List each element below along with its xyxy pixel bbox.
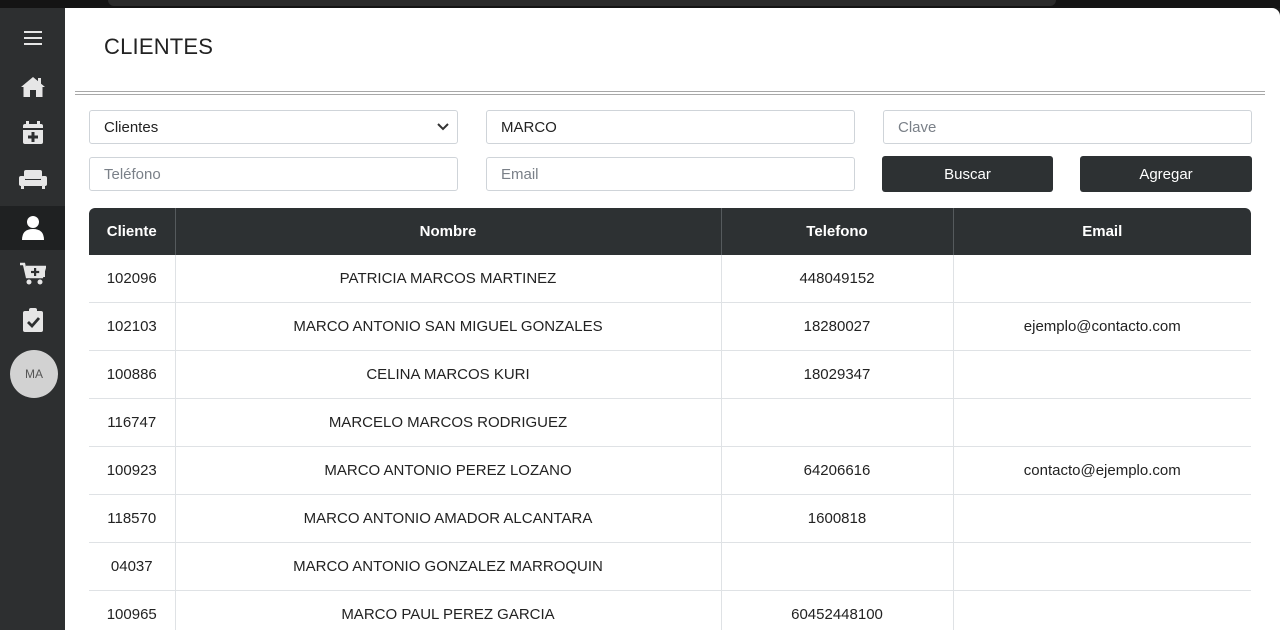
user-icon [21,216,44,240]
couch-icon [18,170,47,189]
cell-name: MARCO ANTONIO GONZALEZ MARROQUIN [175,542,722,591]
column-header-nombre[interactable]: Nombre [175,208,722,255]
search-button[interactable]: Buscar [882,156,1053,192]
sidebar-item-appointments[interactable] [0,111,65,155]
add-button[interactable]: Agregar [1080,156,1252,192]
cell-email: contacto@ejemplo.com [953,446,1251,495]
table-row[interactable]: 116747 MARCELO MARCOS RODRIGUEZ [89,398,1251,447]
table-row[interactable]: 04037 MARCO ANTONIO GONZALEZ MARROQUIN [89,542,1251,591]
table-row[interactable]: 118570 MARCO ANTONIO AMADOR ALCANTARA 16… [89,494,1251,543]
column-header-email[interactable]: Email [953,208,1251,255]
cell-name: MARCO ANTONIO SAN MIGUEL GONZALES [175,302,722,351]
type-select[interactable]: Clientes [89,110,458,144]
cell-client-id: 102096 [89,255,176,303]
home-icon [20,77,45,97]
sidebar: MA [0,8,65,630]
sidebar-item-furniture[interactable] [0,157,65,201]
table-row[interactable]: 100965 MARCO PAUL PEREZ GARCIA 604524481… [89,590,1251,630]
cell-email [953,398,1251,447]
sidebar-item-clients[interactable] [0,206,65,250]
table-header-row: Cliente Nombre Telefono Email [89,208,1251,255]
cell-phone [721,398,954,447]
clave-input-field[interactable] [898,118,1237,136]
cell-phone: 18280027 [721,302,954,351]
title-divider [75,91,1265,95]
table-row[interactable]: 100886 CELINA MARCOS KURI 18029347 [89,350,1251,399]
name-search-input-field[interactable] [501,118,840,136]
cell-client-id: 100965 [89,590,176,630]
cell-name: MARCO ANTONIO PEREZ LOZANO [175,446,722,495]
cell-name: MARCO PAUL PEREZ GARCIA [175,590,722,630]
table-row[interactable]: 102096 PATRICIA MARCOS MARTINEZ 44804915… [89,255,1251,303]
hamburger-menu-icon [23,31,42,45]
cell-name: MARCO ANTONIO AMADOR ALCANTARA [175,494,722,543]
column-header-cliente[interactable]: Cliente [89,208,176,255]
avatar-initials: MA [25,367,43,381]
cell-client-id: 04037 [89,542,176,591]
cell-phone: 60452448100 [721,590,954,630]
email-input-field[interactable] [501,165,840,183]
table-row[interactable]: 102103 MARCO ANTONIO SAN MIGUEL GONZALES… [89,302,1251,351]
clipboard-check-icon [22,308,43,332]
cell-email [953,255,1251,303]
avatar[interactable]: MA [10,350,58,398]
cell-name: MARCELO MARCOS RODRIGUEZ [175,398,722,447]
cell-client-id: 102103 [89,302,176,351]
cell-phone: 18029347 [721,350,954,399]
cell-client-id: 118570 [89,494,176,543]
cell-name: PATRICIA MARCOS MARTINEZ [175,255,722,303]
cell-name: CELINA MARCOS KURI [175,350,722,399]
cell-phone [721,542,954,591]
name-search-input[interactable] [486,110,855,144]
clave-input[interactable] [883,110,1252,144]
cell-phone: 448049152 [721,255,954,303]
clients-table: Cliente Nombre Telefono Email 102096 PAT… [89,208,1251,630]
phone-input-field[interactable] [104,165,443,183]
cell-email [953,542,1251,591]
cell-email [953,494,1251,543]
page-title: CLIENTES [104,34,214,59]
email-input[interactable] [486,157,855,191]
cell-email: ejemplo@contacto.com [953,302,1251,351]
cell-client-id: 116747 [89,398,176,447]
cart-plus-icon [19,262,46,285]
address-bar-strip [108,0,1056,6]
sidebar-item-home[interactable] [0,65,65,109]
cell-phone: 1600818 [721,494,954,543]
calendar-plus-icon [22,121,43,144]
window-top-bar [0,0,1280,8]
cell-email [953,590,1251,630]
column-header-telefono[interactable]: Telefono [721,208,954,255]
cell-client-id: 100923 [89,446,176,495]
cell-client-id: 100886 [89,350,176,399]
table-row[interactable]: 100923 MARCO ANTONIO PEREZ LOZANO 642066… [89,446,1251,495]
cell-phone: 64206616 [721,446,954,495]
sidebar-item-orders[interactable] [0,252,65,296]
chevron-down-icon [437,123,449,131]
cell-email [953,350,1251,399]
phone-input[interactable] [89,157,458,191]
type-select-value: Clientes [104,118,159,136]
sidebar-item-tasks[interactable] [0,298,65,342]
menu-toggle-button[interactable] [0,16,65,60]
main-content: CLIENTES Clientes Buscar Agregar [65,8,1280,630]
